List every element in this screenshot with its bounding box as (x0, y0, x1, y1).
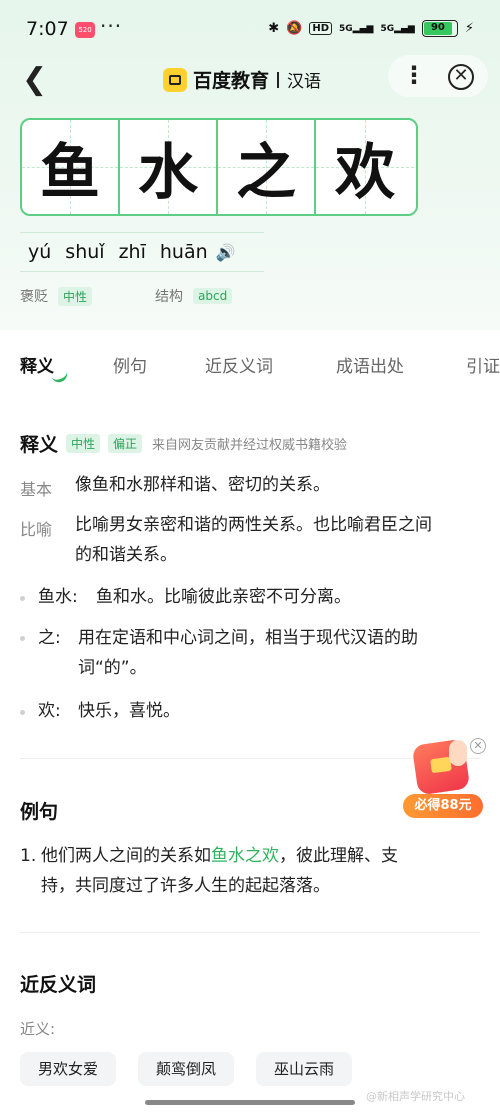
back-button[interactable]: ❮ (22, 62, 47, 97)
tab-examples[interactable]: 例句 (113, 352, 147, 377)
bullet-dot (20, 710, 25, 715)
character-cell[interactable]: 欢 (316, 120, 414, 214)
bullet-dot (20, 636, 25, 641)
tab-citation[interactable]: 引证 (466, 352, 500, 377)
speaker-icon[interactable]: 🔊 (216, 243, 236, 262)
brand-section: 汉语 (287, 72, 322, 92)
watermark: @新相声学研究中心 (366, 1090, 465, 1103)
hand-icon (449, 740, 467, 766)
battery-level: 90 (423, 22, 453, 35)
word-explanation: 用在定语和中心词之间，相当于现代汉语的助 (78, 628, 418, 648)
example-sentence-line1: 他们两人之间的关系如鱼水之欢，彼此理解、支 (41, 846, 398, 866)
close-button[interactable]: ✕ (448, 64, 474, 90)
metaphor-text-line1: 比喻男女亲密和谐的两性关系。也比喻君臣之间 (75, 515, 432, 535)
example-sentence-line2: 持，共同度过了许多人生的起起落落。 (41, 876, 330, 896)
sentiment-label: 褒贬 (20, 289, 48, 305)
sentiment-tag: 中性 (58, 286, 93, 306)
definition-source: 来自网友贡献并经过权威书籍校验 (152, 438, 348, 453)
brand: 百度教育 汉语 (163, 66, 321, 93)
definition-header: 释义 中性 偏正 来自网友贡献并经过权威书籍校验 (20, 430, 347, 457)
synonym-chip[interactable]: 颠鸾倒凤 (138, 1052, 235, 1086)
structure-label: 结构 (155, 289, 183, 305)
synonyms-title: 近反义词 (20, 974, 97, 996)
tab-definition[interactable]: 释义 (20, 352, 54, 377)
examples-title: 例句 (20, 801, 59, 823)
structure-meta: 结构 abcd (155, 286, 233, 306)
example-highlight[interactable]: 鱼水之欢 (211, 846, 279, 866)
pinyin-syllable: zhī (118, 241, 146, 263)
brand-divider (277, 71, 280, 88)
red-packet-promo[interactable]: 必得88元 (403, 738, 483, 820)
brand-name: 百度教育 (193, 70, 270, 92)
word-term: 欢: (38, 701, 61, 721)
word-explanation: 鱼和水。比喻彼此亲密不可分离。 (96, 587, 351, 607)
character-cell[interactable]: 水 (120, 120, 218, 214)
word-term: 之: (38, 628, 61, 648)
status-time: 7:07 (26, 18, 69, 40)
character-cell[interactable]: 之 (218, 120, 316, 214)
status-indicators: ✱ 🔕 HD 5G▂▄▆ 5G▂▄▆ 90 ⚡ (268, 20, 474, 37)
metaphor-label: 比喻 (20, 520, 53, 539)
definition-tag-structure: 偏正 (108, 434, 143, 453)
status-bar: 7:07 520 ··· ✱ 🔕 HD 5G▂▄▆ 5G▂▄▆ 90 ⚡ (0, 0, 500, 54)
more-notifications-icon: ··· (100, 14, 123, 38)
brand-logo-icon (163, 67, 187, 92)
pinyin-syllable: huān (159, 241, 208, 263)
pinyin-row: yú shuǐ zhī huān 🔊 (20, 232, 264, 272)
bluetooth-icon: ✱ (268, 21, 280, 36)
more-options-button[interactable]: ⋮ (400, 60, 428, 92)
app-notification-icon: 520 (75, 22, 95, 38)
tab-synonyms[interactable]: 近反义词 (205, 352, 273, 377)
synonym-chip[interactable]: 男欢女爱 (20, 1052, 117, 1086)
red-packet-close-icon[interactable]: ✕ (470, 738, 486, 754)
signal-icon-1: 5G▂▄▆ (339, 23, 374, 34)
tab-bar: 释义 例句 近反义词 成语出处 引证 (0, 330, 500, 390)
pinyin-syllable: yú (28, 241, 52, 263)
section-divider (20, 932, 480, 933)
battery-icon: 90 (421, 20, 458, 37)
near-synonym-label: 近义: (20, 1020, 56, 1038)
tab-origin[interactable]: 成语出处 (336, 352, 404, 377)
mute-icon: 🔕 (286, 21, 303, 36)
basic-label: 基本 (20, 480, 53, 499)
hd-icon: HD (309, 22, 333, 35)
signal-icon-2: 5G▂▄▆ (380, 23, 415, 34)
metaphor-text-line2: 的和谐关系。 (75, 545, 177, 565)
word-explanation-line2: 词“的”。 (78, 658, 147, 678)
basic-text: 像鱼和水那样和谐、密切的关系。 (75, 475, 330, 495)
definition-tag-neutral: 中性 (66, 434, 101, 453)
idiom-character-grid: 鱼 水 之 欢 (20, 118, 418, 216)
red-packet-label: 必得88元 (403, 794, 483, 818)
character-cell[interactable]: 鱼 (22, 120, 120, 214)
charging-icon: ⚡ (464, 21, 474, 36)
home-indicator[interactable] (145, 1100, 355, 1105)
pinyin-syllable: shuǐ (65, 241, 105, 263)
synonym-chip[interactable]: 巫山云雨 (256, 1052, 353, 1086)
bullet-dot (20, 596, 25, 601)
structure-tag: abcd (193, 288, 233, 304)
sentiment-meta: 褒贬 中性 (20, 286, 93, 306)
definition-title: 释义 (20, 434, 59, 456)
word-term: 鱼水: (38, 587, 78, 607)
example-number: 1. (20, 846, 37, 866)
word-explanation: 快乐，喜悦。 (78, 701, 180, 721)
